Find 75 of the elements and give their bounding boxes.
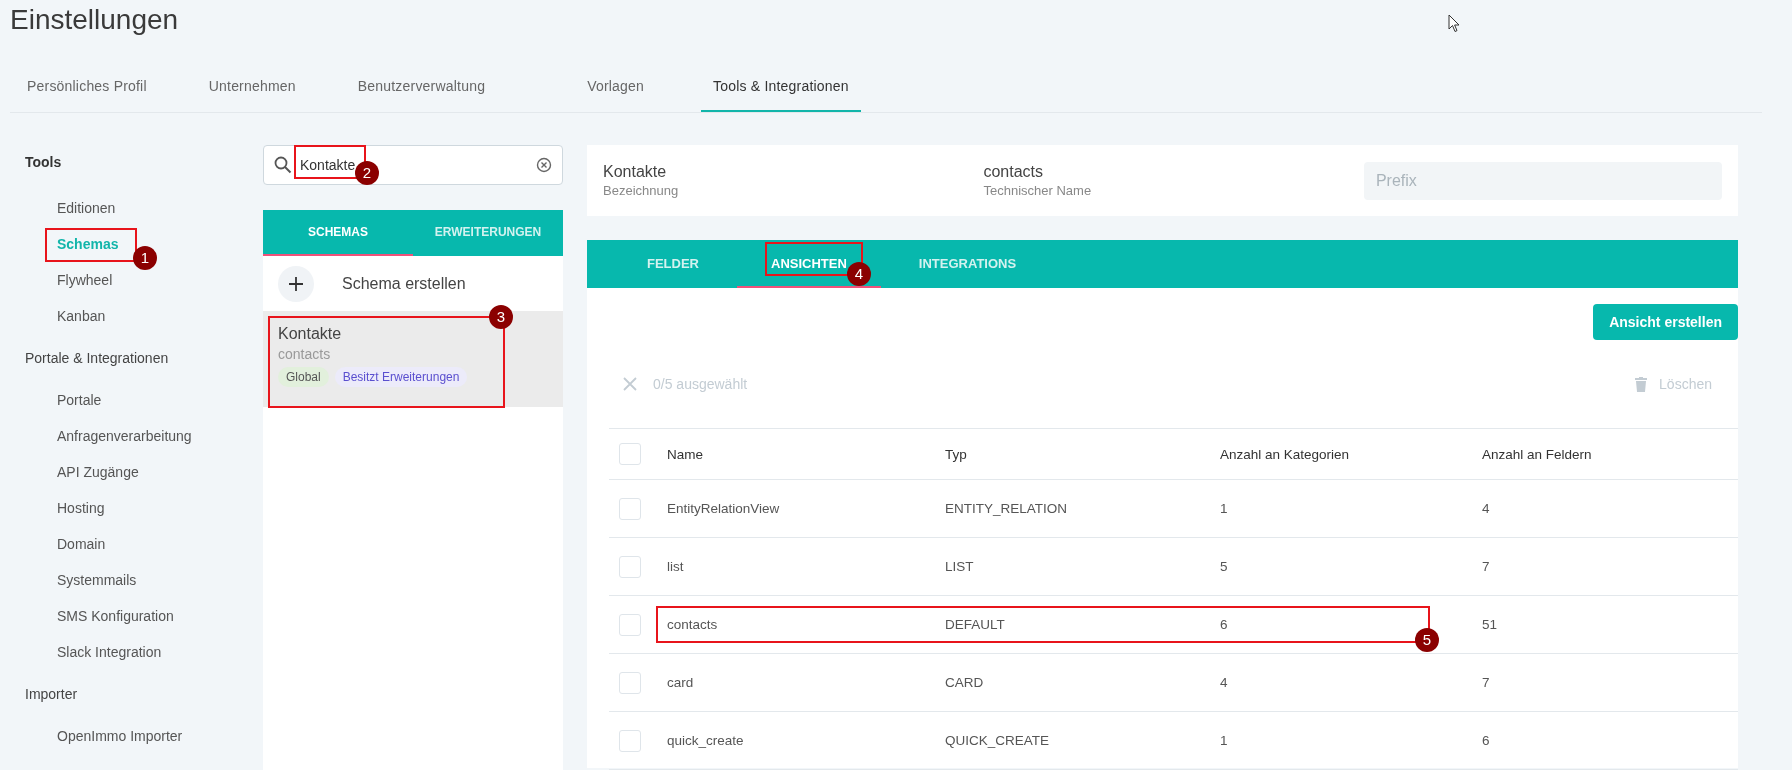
settings-tab[interactable]: Persönliches Profil	[10, 62, 164, 112]
callout-badge: 1	[133, 246, 157, 270]
table-cell-text: contacts	[667, 617, 719, 632]
field-caption: Bezeichnung	[603, 183, 680, 198]
table-cell-text: 1	[1220, 733, 1229, 748]
sidebar-item[interactable]: OpenImmo Importer	[57, 718, 183, 754]
sidebar-item[interactable]: Hosting	[57, 490, 105, 526]
close-icon[interactable]	[623, 377, 637, 391]
mouse-cursor-icon	[1448, 14, 1460, 33]
settings-tab[interactable]: Unternehmen	[191, 62, 313, 112]
sidebar-item[interactable]: Slack Integration	[57, 634, 162, 670]
table-cell-text: 5	[1220, 559, 1229, 574]
callout-badge: 3	[489, 305, 513, 329]
settings-tab[interactable]: Vorlagen	[570, 62, 661, 112]
column-header[interactable]: Typ	[945, 446, 1220, 462]
search-field[interactable]: Kontakte 2	[263, 145, 563, 185]
tag: Global	[278, 367, 329, 387]
search-icon	[274, 156, 292, 174]
checkbox[interactable]	[619, 497, 641, 520]
schema-name: Kontakte	[278, 325, 343, 343]
table-cell-text: 6	[1220, 617, 1229, 632]
sidebar-item[interactable]: Systemmails	[57, 562, 137, 598]
sidebar-item[interactable]: API Zugänge	[57, 454, 139, 490]
column-header[interactable]: Name	[667, 446, 945, 462]
checkbox[interactable]	[619, 555, 641, 578]
table-cell-text: list	[667, 559, 685, 574]
checkbox[interactable]	[619, 443, 641, 465]
sidebar-heading: Importer	[25, 685, 79, 704]
search-value: Kontakte	[300, 157, 356, 173]
table-cell-text: 7	[1482, 559, 1491, 574]
sidebar-item[interactable]: Domain	[57, 526, 106, 562]
sidebar-heading: Tools	[25, 153, 63, 172]
table-cell-text: EntityRelationView	[667, 501, 781, 516]
create-schema-link[interactable]: Schema erstellen	[342, 274, 466, 293]
callout-badge: 2	[355, 161, 379, 185]
technical-name-value: contacts	[983, 163, 1045, 181]
schema-technical-name: contacts	[278, 346, 332, 362]
selection-count: 0/5 ausgewählt	[653, 376, 748, 392]
table-cell-text: 7	[1482, 675, 1491, 690]
table-cell-text: 1	[1220, 501, 1229, 516]
callout-badge: 5	[1415, 628, 1439, 652]
sidebar-item[interactable]: SMS Konfiguration	[57, 598, 174, 634]
field-caption: Technischer Name	[983, 183, 1093, 198]
table-cell-text: ENTITY_RELATION	[945, 501, 1069, 516]
table-cell-text: QUICK_CREATE	[945, 733, 1051, 748]
sidebar-item[interactable]: Portale	[57, 382, 102, 418]
settings-tab[interactable]: Benutzerverwaltung	[340, 62, 503, 112]
sidebar-item[interactable]: Editionen	[57, 190, 116, 226]
table-cell-text: CARD	[945, 675, 985, 690]
schema-name-value: Kontakte	[603, 163, 668, 181]
table-cell-text: LIST	[945, 559, 975, 574]
checkbox[interactable]	[619, 613, 641, 636]
sidebar-item[interactable]: Kanban	[57, 298, 106, 334]
table-cell-text: card	[667, 675, 695, 690]
table-cell-text: 4	[1220, 675, 1229, 690]
sidebar-item[interactable]: Flywheel	[57, 262, 113, 298]
table-cell-text: 51	[1482, 617, 1499, 632]
settings-tab[interactable]: Tools & Integrationen	[701, 62, 861, 112]
column-header[interactable]: Anzahl an Kategorien	[1220, 446, 1482, 462]
sidebar-item[interactable]: Anfragenverarbeitung	[57, 418, 192, 454]
clear-icon[interactable]	[536, 157, 552, 173]
checkbox[interactable]	[619, 729, 641, 752]
sidebar-heading: Portale & Integrationen	[25, 349, 170, 368]
tag: Besitzt Erweiterungen	[334, 367, 468, 387]
callout-badge: 4	[847, 262, 871, 286]
column-header[interactable]: Anzahl an Feldern	[1482, 446, 1738, 462]
trash-icon	[1635, 376, 1648, 392]
table-cell-text: DEFAULT	[945, 617, 1006, 632]
table-cell-text: quick_create	[667, 733, 745, 748]
table-cell-text: 6	[1482, 733, 1491, 748]
prefix-field[interactable]: Prefix	[1363, 161, 1722, 200]
checkbox[interactable]	[619, 671, 641, 694]
page-title: Einstellungen	[9, 3, 179, 37]
table-cell-text: 4	[1482, 501, 1491, 516]
plus-icon[interactable]	[278, 265, 314, 302]
